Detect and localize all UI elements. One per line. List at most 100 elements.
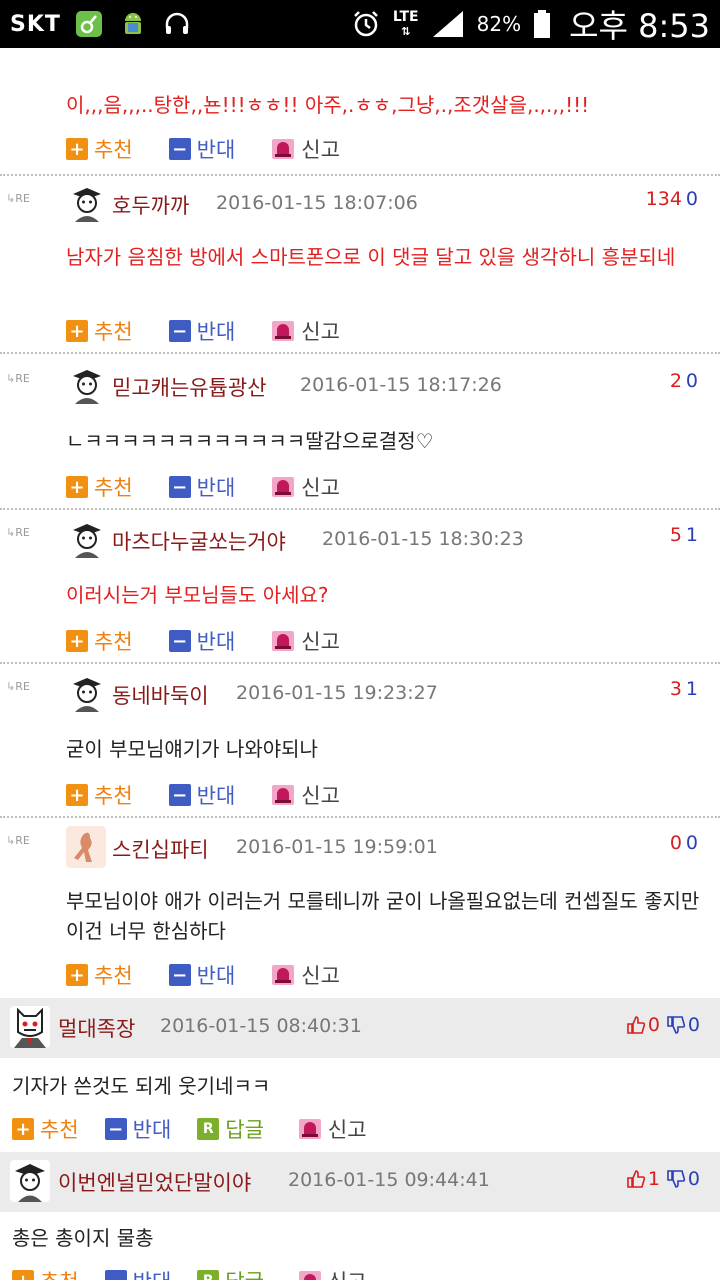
nickname[interactable]: 동네바둑이: [112, 680, 209, 710]
comment-actions: + 추천 − 반대 신고: [66, 780, 376, 810]
comment-text: 이,,,음,,,..탕한,,뇬!!!ㅎㅎ!! 아주,.ㅎㅎ,그냥,.,조갯살을,…: [66, 93, 590, 117]
siren-icon: [298, 1119, 321, 1139]
clock: 오후 8:53: [569, 7, 710, 45]
vote-count: 134 0: [645, 188, 698, 210]
siren-icon: [272, 631, 295, 651]
reply-arrow-icon: ↳RE: [6, 680, 30, 693]
nickname[interactable]: 스킨십파티: [112, 834, 209, 864]
comment-text: 기자가 쓴것도 되게 웃기네ㅋㅋ: [12, 1074, 271, 1098]
minus-icon: −: [104, 1270, 127, 1280]
signal-icon: [432, 11, 463, 37]
recommend-button[interactable]: +추천: [66, 626, 133, 656]
comment-actions: +추천 −반대 R답글 신고: [12, 1266, 393, 1280]
comment-text: ㄴㅋㅋㅋㅋㅋㅋㅋㅋㅋㅋㅋㅋ딸감으로결정♡: [66, 429, 434, 453]
recommend-button[interactable]: +추천: [66, 780, 133, 810]
comment-header: 멀대족장 2016-01-15 08:40:31 0 0: [0, 998, 720, 1058]
vote-count: 0 0: [626, 1014, 700, 1036]
minus-icon: −: [168, 138, 191, 160]
vote-count: 31: [669, 678, 698, 700]
comment-text: 이러시는거 부모님들도 아세요?: [66, 583, 329, 607]
oppose-button[interactable]: −반대: [168, 626, 235, 656]
siren-icon: [272, 477, 295, 497]
top-comment: 멀대족장 2016-01-15 08:40:31 0 0 기자가 쓴것도 되게 …: [0, 998, 720, 1152]
nickname[interactable]: 믿고캐는유튭광산: [112, 372, 267, 402]
minus-icon: −: [168, 476, 191, 498]
comment-actions: + 추천 − 반대 신고: [66, 472, 376, 502]
report-button[interactable]: 신고: [271, 780, 340, 810]
comment-date: 2016-01-15 19:59:01: [236, 836, 438, 858]
recommend-button[interactable]: +추천: [12, 1266, 79, 1280]
report-button[interactable]: 신고: [298, 1266, 367, 1280]
minus-icon: −: [168, 630, 191, 652]
report-button[interactable]: 신고: [271, 316, 340, 346]
oppose-button[interactable]: −반대: [168, 472, 235, 502]
avatar: [10, 1160, 50, 1202]
reply-comment: ↳RE 스킨십파티 2016-01-15 19:59:01 00 부모님이야 애…: [0, 818, 720, 998]
vote-count: 20: [669, 370, 698, 392]
comment-date: 2016-01-15 18:17:26: [300, 374, 502, 396]
minus-icon: −: [168, 964, 191, 986]
thumbs-down-icon[interactable]: [666, 1169, 686, 1189]
vote-count: 1 0: [626, 1168, 700, 1190]
avatar: [68, 674, 106, 712]
android-icon: [117, 8, 149, 40]
reply-comment: ↳RE 호두까까 2016-01-15 18:07:06 134 0 남자가 음침…: [0, 176, 720, 354]
plus-icon: +: [66, 476, 88, 498]
recommend-button[interactable]: +추천: [12, 1114, 79, 1144]
avatar: [68, 520, 106, 558]
thumbs-up-icon[interactable]: [626, 1015, 646, 1035]
reply-comment: ↳RE 마츠다누굴쏘는거야 2016-01-15 18:30:23 51 이러시…: [0, 510, 720, 664]
report-button[interactable]: 신고: [271, 472, 340, 502]
network-label: LTE ⇅: [392, 8, 419, 38]
carrier-label: SKT: [10, 11, 61, 37]
battery-icon: [534, 10, 551, 38]
avatar: [68, 366, 106, 404]
reply-arrow-icon: ↳RE: [6, 372, 30, 385]
vote-count: 51: [669, 524, 698, 546]
comment-list: 이,,,음,,,..탕한,,뇬!!!ㅎㅎ!! 아주,.ㅎㅎ,그냥,.,조갯살을,…: [0, 0, 720, 1280]
siren-icon: [272, 965, 295, 985]
comment-actions: + 추천 − 반대 신고: [66, 316, 376, 346]
comment-date: 2016-01-15 18:07:06: [216, 192, 418, 214]
minus-icon: −: [104, 1118, 127, 1140]
status-right: LTE ⇅ 82% 오후 8:53: [351, 1, 710, 47]
oppose-button[interactable]: −반대: [168, 960, 235, 990]
reply-button[interactable]: R답글: [197, 1114, 264, 1144]
recommend-button[interactable]: +추천: [66, 316, 133, 346]
plus-icon: +: [66, 630, 88, 652]
oppose-button[interactable]: −반대: [168, 134, 235, 164]
oppose-button[interactable]: −반대: [168, 316, 235, 346]
minus-icon: −: [168, 784, 191, 806]
nickname[interactable]: 멀대족장: [58, 1013, 135, 1043]
comment-header: 이번엔널믿었단말이야 2016-01-15 09:44:41 1 0: [0, 1152, 720, 1212]
comment-text: 부모님이야 애가 이러는거 모를테니까 굳이 나올필요없는데 컨셉질도 좋지만 …: [66, 889, 700, 943]
oppose-button[interactable]: −반대: [104, 1266, 171, 1280]
vote-count: 00: [669, 832, 698, 854]
top-comment: 이번엔널믿었단말이야 2016-01-15 09:44:41 1 0 총은 총이…: [0, 1152, 720, 1280]
reply-arrow-icon: ↳RE: [6, 192, 30, 205]
comment-text: 남자가 음침한 방에서 스마트폰으로 이 댓글 달고 있을 생각하니 흥분되네: [66, 245, 676, 269]
thumbs-down-icon[interactable]: [666, 1015, 686, 1035]
oppose-button[interactable]: −반대: [168, 780, 235, 810]
report-button[interactable]: 신고: [298, 1114, 367, 1144]
recommend-button[interactable]: +추천: [66, 960, 133, 990]
nickname[interactable]: 마츠다누굴쏘는거야: [112, 526, 286, 556]
report-button[interactable]: 신고: [271, 960, 340, 990]
battery-level: 82%: [476, 12, 522, 36]
report-button[interactable]: 신고: [271, 134, 340, 164]
comment-text: 총은 총이지 물총: [12, 1226, 154, 1250]
comment-date: 2016-01-15 19:23:27: [236, 682, 438, 704]
thumbs-up-icon[interactable]: [626, 1169, 646, 1189]
report-button[interactable]: 신고: [271, 626, 340, 656]
reply-arrow-icon: ↳RE: [6, 526, 30, 539]
siren-icon: [272, 785, 295, 805]
reply-button[interactable]: R답글: [197, 1266, 264, 1280]
nickname[interactable]: 호두까까: [112, 190, 189, 220]
reply-icon: R: [197, 1270, 220, 1280]
comment-date: 2016-01-15 08:40:31: [160, 1015, 362, 1037]
recommend-button[interactable]: +추천: [66, 134, 133, 164]
nickname[interactable]: 이번엔널믿었단말이야: [58, 1167, 251, 1197]
oppose-button[interactable]: −반대: [104, 1114, 171, 1144]
recommend-button[interactable]: +추천: [66, 472, 133, 502]
siren-icon: [272, 321, 295, 341]
